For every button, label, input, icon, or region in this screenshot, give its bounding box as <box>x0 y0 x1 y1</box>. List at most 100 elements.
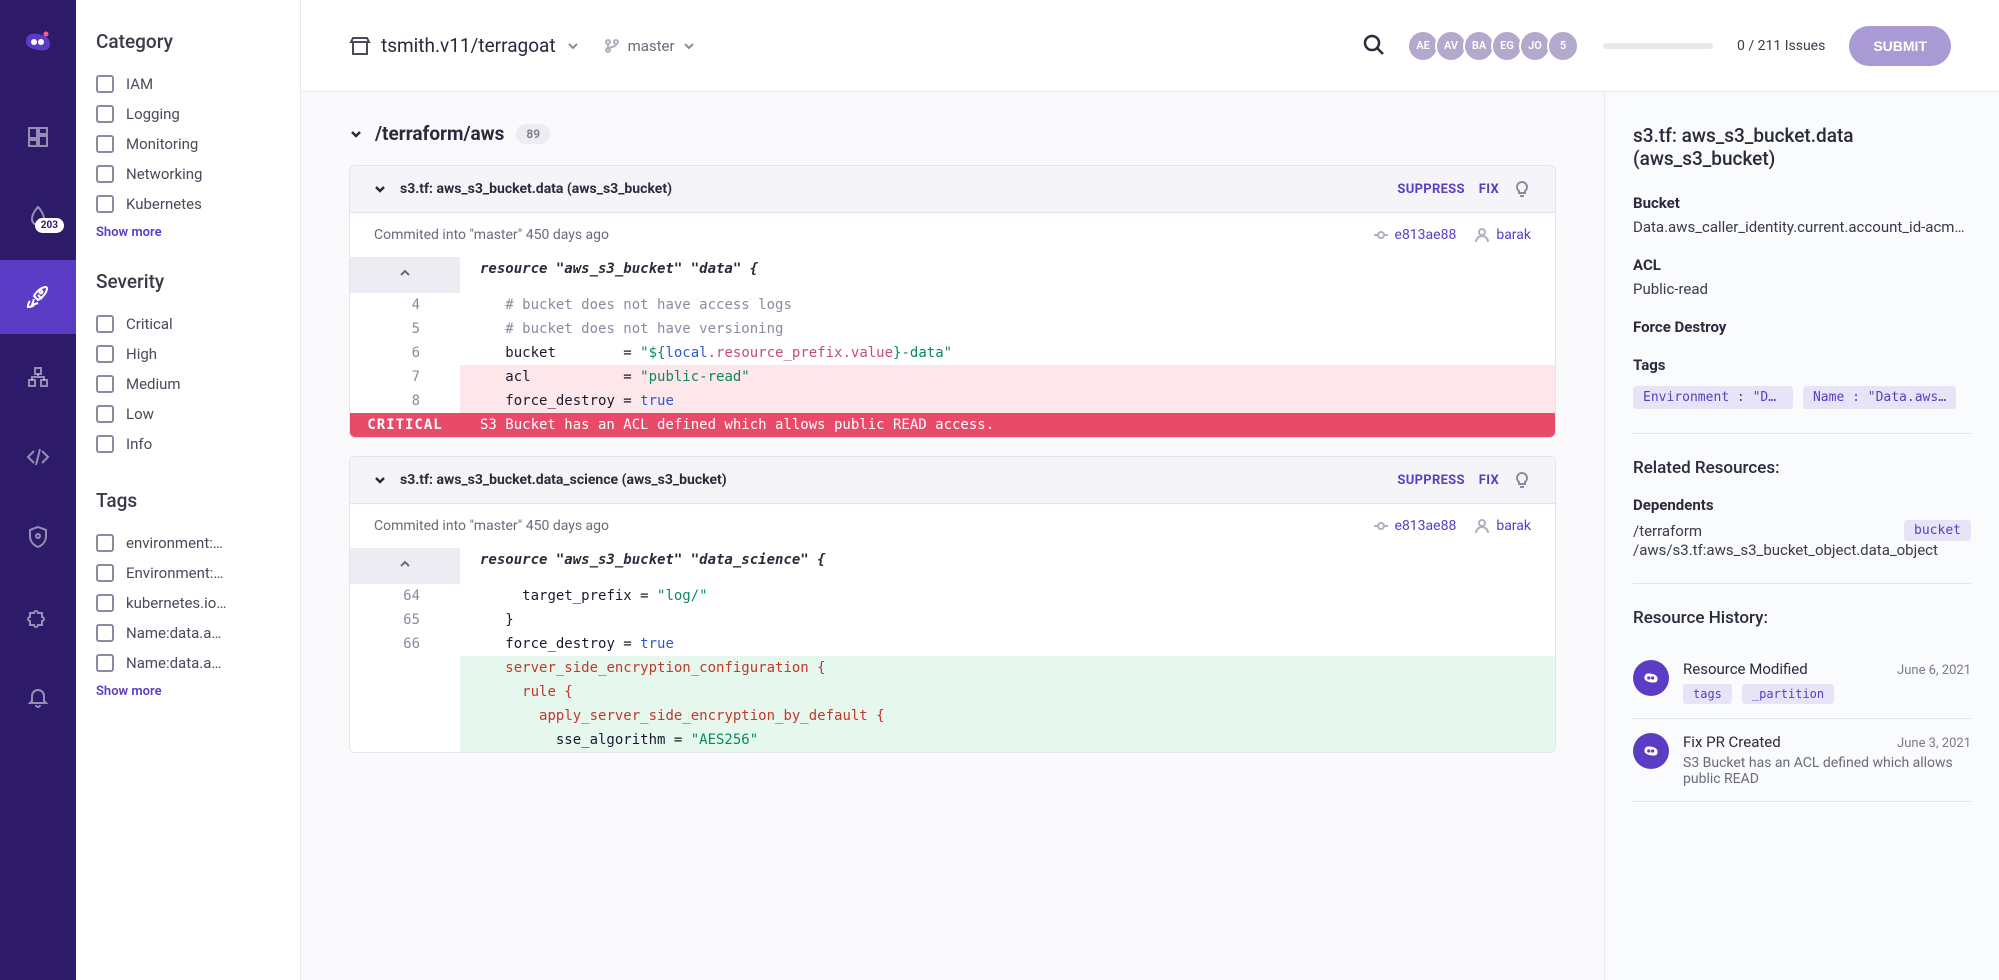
tags-title: Tags <box>96 489 280 512</box>
nav-dashboard[interactable] <box>0 100 76 174</box>
filter-tag[interactable]: Name:data.a… <box>96 618 280 648</box>
progress-bar <box>1603 43 1713 49</box>
history-title: Resource History: <box>1633 608 1971 628</box>
filter-tag[interactable]: Environment:… <box>96 558 280 588</box>
issue-header[interactable]: s3.tf: aws_s3_bucket.data (aws_s3_bucket… <box>350 166 1555 213</box>
checkbox-icon <box>96 75 114 93</box>
issue-card: s3.tf: aws_s3_bucket.data (aws_s3_bucket… <box>349 165 1556 438</box>
commit-text: Commited into "master" 450 days ago <box>374 518 609 534</box>
severity-badge: CRITICAL <box>350 413 460 437</box>
filter-tag[interactable]: environment:… <box>96 528 280 558</box>
checkbox-icon <box>96 135 114 153</box>
nav-badge: 203 <box>35 218 64 233</box>
expand-up-button[interactable] <box>350 257 460 293</box>
chevron-down-icon <box>374 183 386 195</box>
submit-button[interactable]: SUBMIT <box>1849 26 1951 66</box>
filter-sidebar: Category IAM Logging Monitoring Networki… <box>76 0 301 980</box>
filter-logging[interactable]: Logging <box>96 99 280 129</box>
filter-medium[interactable]: Medium <box>96 369 280 399</box>
path-header[interactable]: /terraform/aws 89 <box>349 122 1556 145</box>
dependency-chip[interactable]: bucket <box>1904 520 1971 541</box>
topbar: tsmith.v11/terragoat master AE AV BA EG … <box>301 0 1999 92</box>
fix-button[interactable]: FIX <box>1479 182 1499 197</box>
commit-hash[interactable]: e813ae88 <box>1395 518 1457 534</box>
author-link[interactable]: barak <box>1474 227 1531 243</box>
logo[interactable] <box>16 20 60 64</box>
checkbox-icon <box>96 564 114 582</box>
nav-projects[interactable] <box>0 260 76 334</box>
issues-column: /terraform/aws 89 s3.tf: aws_s3_bucket.d… <box>301 92 1604 980</box>
filter-kubernetes[interactable]: Kubernetes <box>96 189 280 219</box>
filter-tag[interactable]: kubernetes.io… <box>96 588 280 618</box>
filter-critical[interactable]: Critical <box>96 309 280 339</box>
checkbox-icon <box>96 105 114 123</box>
severity-title: Severity <box>96 270 280 293</box>
code-block: resource "aws_s3_bucket" "data" { 4 # bu… <box>350 257 1555 437</box>
checkbox-icon <box>96 165 114 183</box>
reviewer-avatars: AE AV BA EG JO 5 <box>1411 30 1579 62</box>
checkbox-icon <box>96 654 114 672</box>
filter-monitoring[interactable]: Monitoring <box>96 129 280 159</box>
category-show-more[interactable]: Show more <box>96 225 280 240</box>
issue-header[interactable]: s3.tf: aws_s3_bucket.data_science (aws_s… <box>350 457 1555 504</box>
filter-high[interactable]: High <box>96 339 280 369</box>
checkbox-icon <box>96 195 114 213</box>
category-title: Category <box>96 30 280 53</box>
history-chip: tags <box>1683 684 1732 704</box>
filter-low[interactable]: Low <box>96 399 280 429</box>
chevron-down-icon <box>349 127 363 141</box>
tag-chip[interactable]: Name : "Data.aws… <box>1803 386 1956 409</box>
nav-code[interactable] <box>0 420 76 494</box>
author-link[interactable]: barak <box>1474 518 1531 534</box>
search-button[interactable] <box>1363 34 1387 58</box>
chevron-down-icon <box>566 39 580 53</box>
nav-graph[interactable] <box>0 340 76 414</box>
search-icon <box>1363 34 1385 56</box>
suppress-button[interactable]: SUPPRESS <box>1397 473 1464 488</box>
chevron-down-icon <box>374 474 386 486</box>
nav-notifications[interactable] <box>0 660 76 734</box>
detail-panel: s3.tf: aws_s3_bucket.data (aws_s3_bucket… <box>1604 92 1999 980</box>
commit-icon <box>1373 227 1389 243</box>
expand-up-button[interactable] <box>350 548 460 584</box>
filter-networking[interactable]: Networking <box>96 159 280 189</box>
issue-card: s3.tf: aws_s3_bucket.data_science (aws_s… <box>349 456 1556 753</box>
user-icon <box>1474 227 1490 243</box>
tag-chip[interactable]: Environment : "Da… <box>1633 386 1793 409</box>
nav-issues[interactable]: 203 <box>0 180 76 254</box>
branch-selector[interactable]: master <box>604 37 695 55</box>
nav-security[interactable] <box>0 500 76 574</box>
repo-selector[interactable]: tsmith.v11/terragoat <box>349 34 580 57</box>
divider <box>1633 433 1971 434</box>
history-item[interactable]: Resource Modified June 6, 2021 tags _par… <box>1633 646 1971 719</box>
filter-info[interactable]: Info <box>96 429 280 459</box>
checkbox-icon <box>96 345 114 363</box>
checkbox-icon <box>96 624 114 642</box>
lightbulb-icon[interactable] <box>1513 180 1531 198</box>
filter-tag[interactable]: Name:data.a… <box>96 648 280 678</box>
history-item[interactable]: Fix PR Created June 3, 2021 S3 Bucket ha… <box>1633 719 1971 802</box>
path-count-badge: 89 <box>516 124 550 144</box>
logo-icon <box>1640 667 1662 689</box>
lightbulb-icon[interactable] <box>1513 471 1531 489</box>
suppress-button[interactable]: SUPPRESS <box>1397 182 1464 197</box>
nav-rail: 203 <box>0 0 76 980</box>
chevron-up-icon <box>399 267 411 279</box>
nav-integrations[interactable] <box>0 580 76 654</box>
filter-iam[interactable]: IAM <box>96 69 280 99</box>
repo-icon <box>349 35 371 57</box>
history-chip: _partition <box>1742 684 1834 704</box>
shield-icon <box>26 525 50 549</box>
chevron-up-icon <box>399 558 411 570</box>
avatar-more[interactable]: 5 <box>1547 30 1579 62</box>
checkbox-icon <box>96 594 114 612</box>
checkbox-icon <box>96 405 114 423</box>
tags-show-more[interactable]: Show more <box>96 684 280 699</box>
puzzle-icon <box>26 605 50 629</box>
commit-hash[interactable]: e813ae88 <box>1395 227 1457 243</box>
hierarchy-icon <box>26 365 50 389</box>
divider <box>1633 583 1971 584</box>
commit-text: Commited into "master" 450 days ago <box>374 227 609 243</box>
code-block: resource "aws_s3_bucket" "data_science" … <box>350 548 1555 752</box>
fix-button[interactable]: FIX <box>1479 473 1499 488</box>
